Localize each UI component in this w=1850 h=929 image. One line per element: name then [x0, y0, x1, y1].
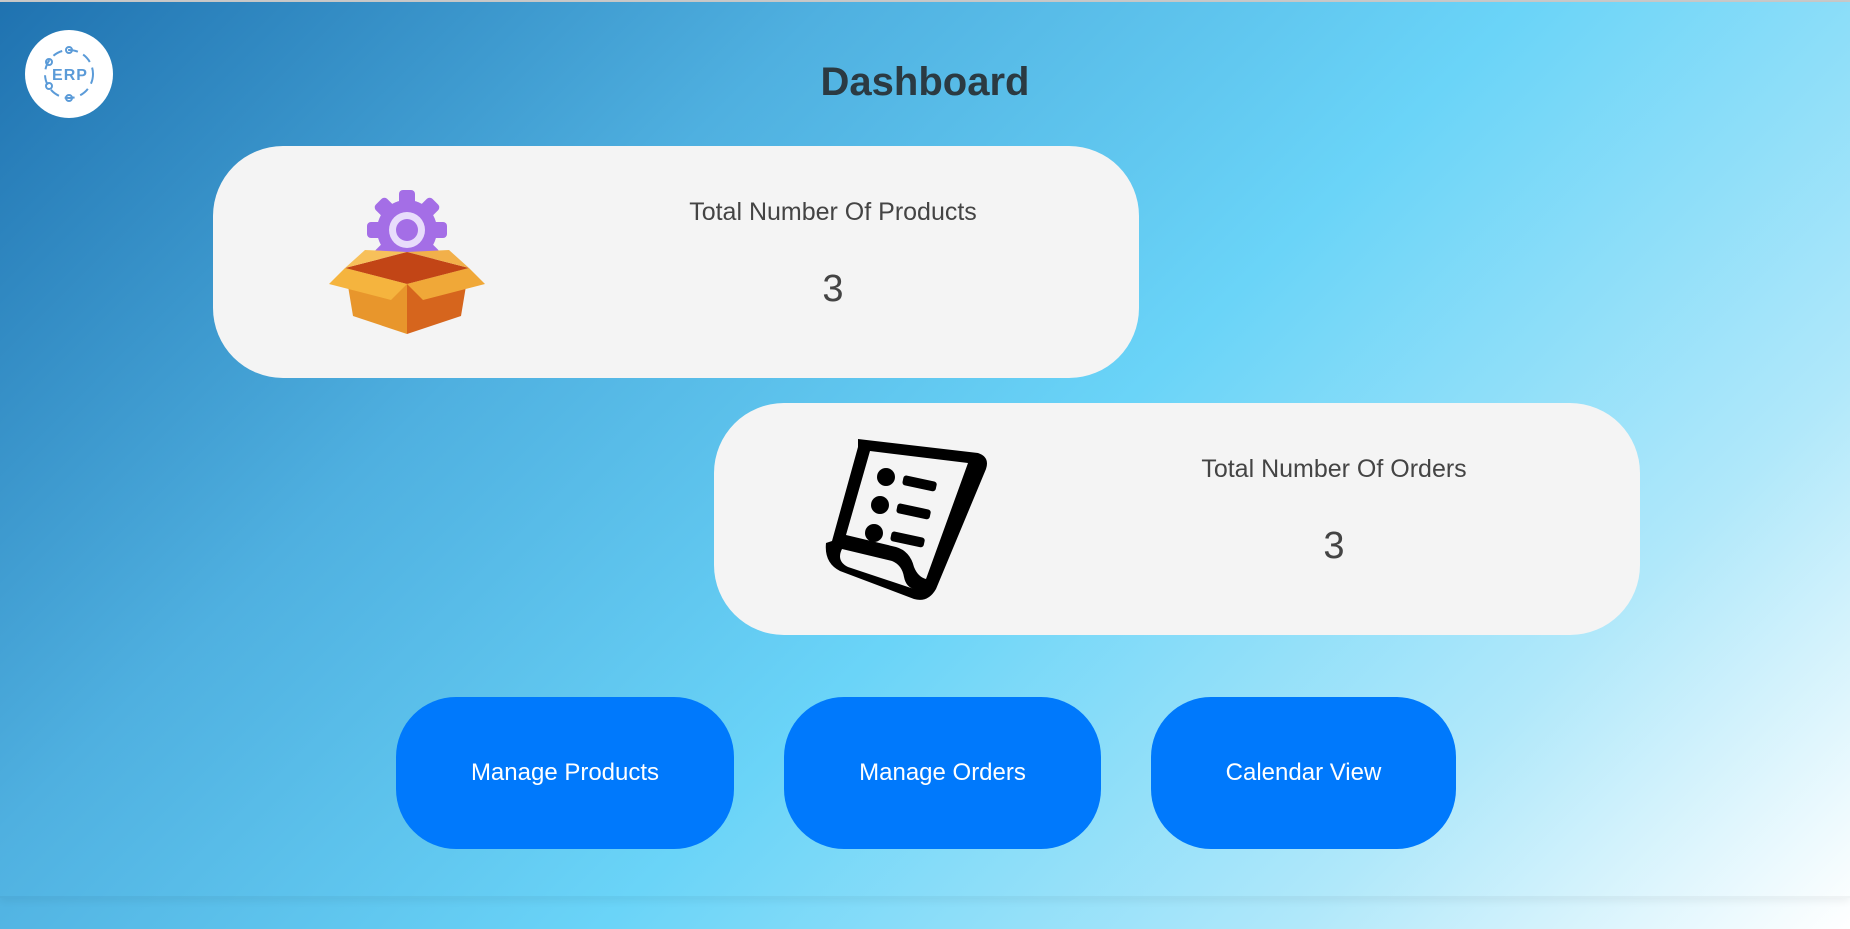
dashboard-page: ERP Dashboard Total Number Of Products 3… — [0, 0, 1850, 929]
orders-count-value: 3 — [1323, 525, 1345, 567]
page-title: Dashboard — [820, 60, 1030, 104]
receipt-list-icon — [818, 431, 1002, 610]
manage-products-button[interactable]: Manage Products — [396, 697, 734, 849]
calendar-view-button[interactable]: Calendar View — [1151, 697, 1456, 849]
orders-count-label: Total Number Of Orders — [1201, 455, 1467, 483]
dashboard-panel: ERP Dashboard Total Number Of Products 3… — [0, 2, 1850, 898]
products-count-value: 3 — [822, 268, 844, 310]
products-count-label: Total Number Of Products — [689, 198, 977, 226]
box-gear-icon — [325, 188, 489, 343]
orders-count-card: Total Number Of Orders 3 — [714, 403, 1640, 635]
manage-orders-button[interactable]: Manage Orders — [784, 697, 1101, 849]
products-count-card: Total Number Of Products 3 — [213, 146, 1139, 378]
